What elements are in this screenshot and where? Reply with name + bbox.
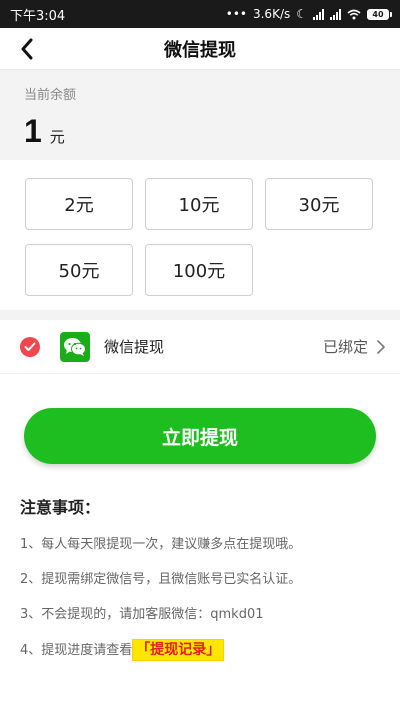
withdraw-records-link[interactable]: 「提现记录」 [132, 639, 225, 661]
battery-level: 40 [367, 8, 389, 20]
amount-option-10[interactable]: 10元 [145, 178, 253, 230]
amount-option-30[interactable]: 30元 [265, 178, 373, 230]
note-item: 2、提现需绑定微信号，且微信账号已实名认证。 [20, 572, 302, 587]
withdraw-button[interactable]: 立即提现 [24, 408, 376, 464]
note-item-text: 4、提现进度请查看 [20, 643, 133, 658]
signal-icon [313, 8, 324, 20]
amount-options: 2元 10元 30元 50元 100元 [0, 160, 400, 310]
status-bar: 下午3:04 ••• 3.6K/s ☾ 40 [0, 0, 400, 28]
notification-dots: ••• [225, 7, 247, 21]
amount-option-100[interactable]: 100元 [145, 244, 253, 296]
nav-bar: 微信提现 [0, 28, 400, 70]
balance-amount: 1 [24, 113, 42, 149]
back-button[interactable] [14, 36, 40, 62]
amount-option-50[interactable]: 50元 [25, 244, 133, 296]
notes-title: 注意事项： [20, 498, 101, 517]
balance-label: 当前余额 [24, 88, 77, 103]
signal-icon-secondary [330, 8, 341, 20]
note-item-with-link: 4、提现进度请查看 「提现记录」 [20, 639, 380, 674]
payment-method-label: 微信提现 [104, 338, 165, 356]
payment-method-row[interactable]: 微信提现 已绑定 [0, 320, 400, 374]
bind-status: 已绑定 [322, 338, 368, 356]
network-speed: 3.6K/s [252, 7, 291, 21]
section-divider [0, 310, 400, 320]
page-title: 微信提现 [164, 39, 236, 61]
amount-option-2[interactable]: 2元 [25, 178, 133, 230]
balance-section: 当前余额 1 元 [0, 70, 400, 160]
chevron-left-icon [21, 38, 33, 60]
notes-section: 注意事项： 1、每人每天限提现一次，建议赚多点在提现哦。 2、提现需绑定微信号，… [0, 494, 400, 674]
chevron-right-icon [377, 339, 385, 354]
status-time: 下午3:04 [10, 8, 66, 24]
battery-icon: 40 [367, 8, 392, 20]
balance-unit: 元 [49, 128, 65, 146]
wifi-icon [347, 9, 361, 19]
moon-icon: ☾ [296, 7, 307, 21]
note-item: 1、每人每天限提现一次，建议赚多点在提现哦。 [20, 537, 302, 552]
wechat-icon [60, 331, 90, 362]
note-item: 3、不会提现的，请加客服微信：qmkd01 [20, 607, 264, 622]
checkmark-icon[interactable] [20, 336, 40, 357]
